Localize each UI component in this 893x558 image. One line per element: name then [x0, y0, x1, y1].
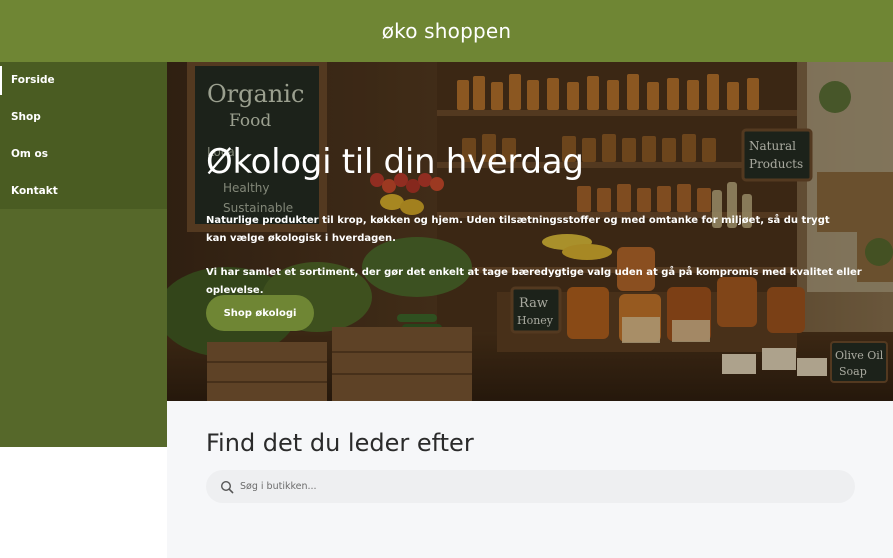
search-input[interactable] [240, 481, 800, 492]
search-box[interactable] [206, 470, 855, 503]
nav-item-om-os[interactable]: Om os [0, 136, 167, 173]
nav-item-forside[interactable]: Forside [0, 62, 167, 99]
nav-item-shop[interactable]: Shop [0, 99, 167, 136]
search-section: Find det du leder efter [167, 401, 893, 558]
sidebar: Forside Shop Om os Kontakt [0, 62, 167, 447]
search-icon [220, 480, 234, 494]
site-header: øko shoppen [0, 0, 893, 62]
hero-heading: Økologi til din hverdag [206, 142, 584, 182]
site-title[interactable]: øko shoppen [382, 19, 512, 43]
hero-intro-text: Naturlige produkter til krop, køkken og … [206, 215, 830, 244]
hero-banner: Organic Food Local Healthy Sustainable R… [167, 62, 893, 401]
main-nav: Forside Shop Om os Kontakt [0, 62, 167, 209]
search-title: Find det du leder efter [206, 429, 474, 457]
hero-secondary-text: Vi har samlet et sortiment, der gør det … [206, 267, 862, 296]
nav-item-kontakt[interactable]: Kontakt [0, 172, 167, 209]
shop-okologi-button[interactable]: Shop økologi [206, 295, 314, 331]
